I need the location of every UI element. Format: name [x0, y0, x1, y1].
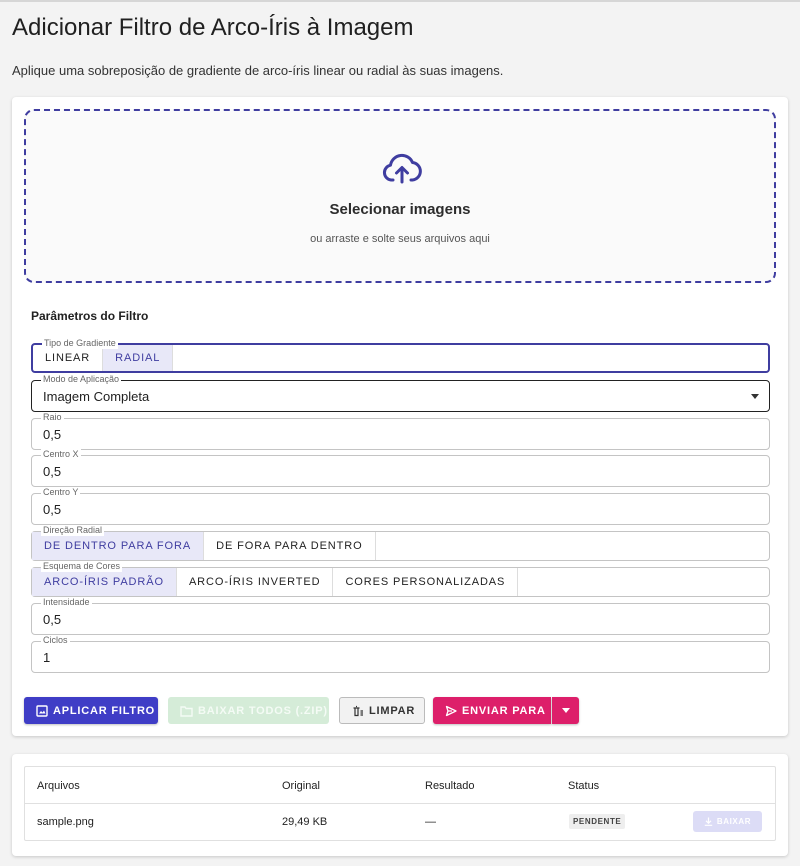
clear-label: LIMPAR [369, 704, 416, 717]
center-x-value: 0,5 [43, 464, 62, 479]
center-y-label: Centro Y [41, 487, 81, 498]
status-badge: PENDENTE [569, 814, 626, 829]
send-to-button[interactable]: ENVIAR PARA [433, 697, 551, 724]
radius-label: Raio [41, 412, 64, 423]
col-header-result: Resultado [425, 780, 475, 792]
radius-value: 0,5 [43, 427, 62, 442]
center-x-label: Centro X [41, 449, 81, 460]
files-table: Arquivos Original Resultado Status sampl… [24, 766, 776, 841]
send-to-dropdown-button[interactable] [552, 697, 579, 724]
download-file-button[interactable]: BAIXAR [693, 811, 762, 832]
download-icon [704, 817, 713, 826]
col-header-original: Original [282, 780, 320, 792]
scheme-standard[interactable]: ARCO-ÍRIS PADRÃO [32, 568, 177, 596]
file-original-size: 29,49 KB [282, 816, 328, 828]
image-filter-icon [36, 704, 48, 717]
mode-value: Imagem Completa [43, 389, 150, 404]
clear-button[interactable]: LIMPAR [339, 697, 425, 724]
color-scheme-label: Esquema de Cores [41, 561, 123, 572]
intensity-label: Intensidade [41, 597, 92, 608]
color-scheme-group: ARCO-ÍRIS PADRÃO ARCO-ÍRIS INVERTED CORE… [31, 561, 770, 597]
mode-label: Modo de Aplicação [41, 374, 122, 385]
mode-select[interactable]: Modo de Aplicação Imagem Completa [31, 374, 770, 412]
scheme-custom[interactable]: CORES PERSONALIZADAS [333, 568, 519, 596]
file-name: sample.png [37, 816, 94, 828]
chevron-down-icon [561, 708, 570, 713]
cycles-field[interactable]: Ciclos 1 [31, 635, 770, 673]
file-result: — [425, 816, 436, 828]
download-file-label: BAIXAR [716, 817, 752, 826]
top-border [0, 0, 800, 2]
direction-outside-in[interactable]: DE FORA PARA DENTRO [204, 532, 376, 560]
clear-icon [353, 705, 363, 716]
dropdown-arrow-icon [751, 394, 759, 399]
dropzone-hint: ou arraste e solte seus arquivos aqui [310, 233, 490, 245]
radial-direction-group: DE DENTRO PARA FORA DE FORA PARA DENTRO … [31, 525, 770, 561]
params-section-title: Parâmetros do Filtro [31, 309, 149, 323]
cloud-upload-icon [382, 153, 422, 184]
gradient-type-group: LINEAR RADIAL Tipo de Gradiente [31, 338, 770, 373]
filter-card: Selecionar imagens ou arraste e solte se… [12, 97, 788, 736]
center-x-field[interactable]: Centro X 0,5 [31, 449, 770, 487]
cycles-value: 1 [43, 650, 51, 665]
download-zip-button[interactable]: BAIXAR TODOS (.ZIP) [168, 697, 329, 724]
scheme-inverted[interactable]: ARCO-ÍRIS INVERTED [177, 568, 334, 596]
intensity-value: 0,5 [43, 612, 62, 627]
apply-filter-label: APLICAR FILTRO [53, 704, 156, 717]
radial-direction-label: Direção Radial [41, 525, 105, 536]
download-zip-label: BAIXAR TODOS (.ZIP) [198, 704, 328, 717]
page-subtitle: Aplique uma sobreposição de gradiente de… [12, 63, 504, 78]
direction-inside-out[interactable]: DE DENTRO PARA FORA [32, 532, 205, 560]
folder-zip-icon [180, 705, 193, 717]
cycles-label: Ciclos [41, 635, 70, 646]
center-y-value: 0,5 [43, 502, 62, 517]
image-dropzone[interactable]: Selecionar imagens ou arraste e solte se… [24, 109, 776, 283]
col-header-status: Status [568, 780, 600, 792]
files-card: Arquivos Original Resultado Status sampl… [12, 754, 788, 856]
color-scheme-toggles: ARCO-ÍRIS PADRÃO ARCO-ÍRIS INVERTED CORE… [32, 568, 519, 596]
send-icon [445, 705, 457, 716]
page-title: Adicionar Filtro de Arco-Íris à Imagem [12, 14, 414, 41]
apply-filter-button[interactable]: APLICAR FILTRO [24, 697, 158, 724]
table-divider [25, 803, 775, 804]
col-header-files: Arquivos [37, 780, 80, 792]
radial-direction-toggles: DE DENTRO PARA FORA DE FORA PARA DENTRO [32, 532, 376, 560]
center-y-field[interactable]: Centro Y 0,5 [31, 487, 770, 525]
dropzone-title: Selecionar imagens [329, 201, 471, 218]
intensity-field[interactable]: Intensidade 0,5 [31, 597, 770, 635]
radius-field[interactable]: Raio 0,5 [31, 412, 770, 450]
send-to-label: ENVIAR PARA [462, 704, 546, 717]
gradient-type-label: Tipo de Gradiente [42, 338, 118, 349]
